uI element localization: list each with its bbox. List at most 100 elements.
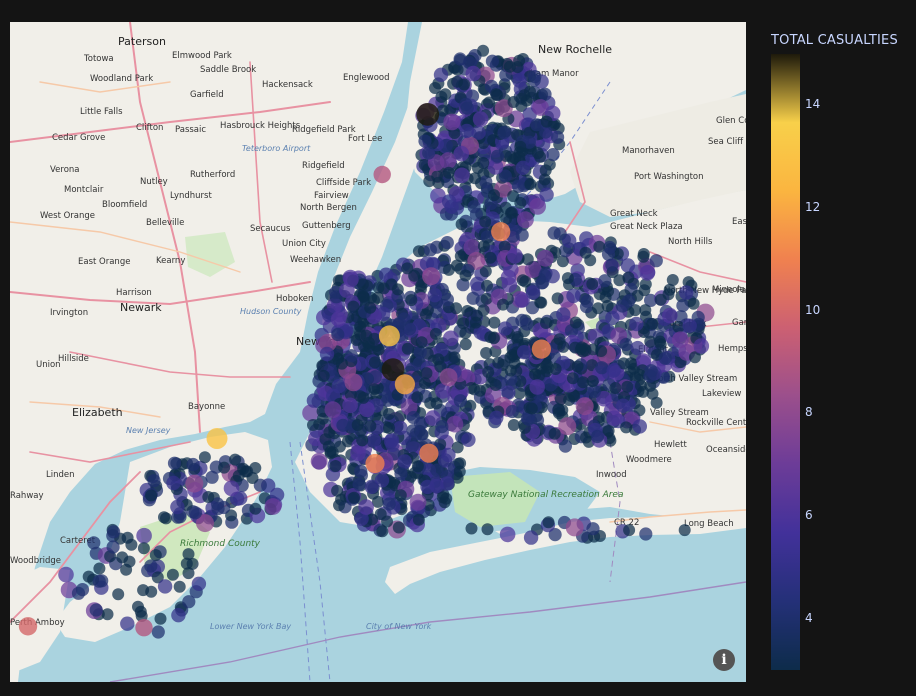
- crash-point: [453, 52, 467, 66]
- crash-point: [571, 360, 584, 373]
- crash-point: [411, 391, 424, 404]
- crash-point: [406, 424, 420, 438]
- crash-point: [347, 300, 360, 313]
- crash-point: [397, 454, 412, 469]
- place-label: Newark: [120, 301, 162, 314]
- high-casualty-point: [135, 619, 153, 637]
- crash-point: [401, 342, 414, 355]
- crash-point: [616, 398, 631, 413]
- map-view[interactable]: Paterson Totowa Elmwood Park Saddle Brook En…: [10, 22, 746, 682]
- crash-point: [368, 383, 381, 396]
- crash-point: [439, 368, 458, 387]
- place-label: Long Beach: [684, 519, 734, 529]
- high-casualty-point: [491, 222, 511, 242]
- place-label: New Jersey: [126, 426, 171, 435]
- crash-point: [418, 377, 431, 390]
- place-label: Rutherford: [190, 170, 235, 180]
- crash-point: [368, 356, 381, 369]
- high-casualty-point: [531, 339, 552, 359]
- place-label: Hewlett: [654, 440, 687, 450]
- crash-point: [432, 176, 445, 189]
- crash-point: [454, 457, 467, 470]
- crash-point: [120, 563, 133, 576]
- place-label: Ridgefield Park: [292, 125, 356, 135]
- crash-point: [602, 424, 615, 437]
- crash-point: [173, 580, 186, 593]
- place-label: Sea Cliff: [708, 137, 744, 147]
- place-label: Harrison: [116, 288, 152, 298]
- place-label: Manorhaven: [622, 146, 675, 156]
- crash-point: [595, 361, 609, 375]
- crash-point: [454, 167, 470, 184]
- crash-point: [487, 332, 500, 345]
- crash-point: [586, 522, 600, 536]
- place-label: Perth Amboy: [10, 618, 65, 628]
- crash-point: [427, 288, 442, 303]
- place-label: Fairview: [314, 191, 349, 201]
- crash-point: [467, 200, 481, 214]
- crash-point: [319, 433, 332, 446]
- place-label: Saddle Brook: [200, 65, 256, 75]
- crash-point: [223, 480, 240, 497]
- place-label: Woodbridge: [10, 556, 61, 566]
- crash-point: [144, 559, 158, 573]
- crash-point: [528, 70, 542, 84]
- crash-point: [525, 402, 538, 415]
- crash-point: [170, 499, 185, 515]
- place-label: Richmond County: [180, 539, 261, 549]
- crash-point: [540, 317, 552, 329]
- place-label: Clifton: [136, 123, 163, 133]
- crash-point: [357, 391, 370, 404]
- place-label: Gateway National Recreation Area: [468, 490, 623, 500]
- place-label: Lakeview: [702, 389, 741, 399]
- crash-point: [639, 265, 656, 281]
- crash-point: [653, 335, 666, 348]
- crash-point: [639, 304, 652, 317]
- place-label: Great Neck Plaza: [610, 222, 683, 232]
- high-casualty-point: [18, 617, 38, 636]
- place-label: Verona: [50, 165, 80, 175]
- crash-point: [405, 439, 419, 453]
- colorbar-tick: 6: [805, 508, 813, 522]
- crash-point: [481, 279, 493, 292]
- colorbar-gradient: [771, 54, 800, 670]
- place-label: Great Neck: [610, 209, 658, 219]
- crash-point: [459, 338, 472, 351]
- crash-point: [441, 447, 456, 463]
- crash-point: [364, 479, 379, 494]
- crash-point: [517, 345, 532, 360]
- crash-point: [678, 524, 691, 537]
- place-label: Hasbrouck Heights: [220, 121, 301, 131]
- crash-point: [383, 422, 395, 434]
- crash-point: [556, 307, 571, 322]
- crash-point: [136, 527, 152, 544]
- crash-point: [507, 190, 520, 203]
- crash-point: [406, 410, 420, 425]
- crash-point: [218, 461, 231, 474]
- crash-point: [606, 363, 621, 378]
- crash-point: [453, 145, 470, 162]
- map-canvas[interactable]: Paterson Totowa Elmwood Park Saddle Brook En…: [10, 22, 746, 682]
- high-casualty-point: [419, 443, 439, 463]
- place-label: Glen Cove: [716, 116, 746, 126]
- crash-point: [679, 285, 694, 300]
- crash-point: [335, 357, 348, 370]
- crash-point: [575, 397, 594, 416]
- crash-point: [356, 434, 369, 447]
- crash-point: [157, 579, 173, 594]
- place-label: Lyndhurst: [170, 191, 212, 201]
- crash-point: [87, 536, 101, 550]
- crash-point: [682, 318, 697, 333]
- info-icon[interactable]: i: [713, 649, 735, 671]
- crash-point: [351, 419, 364, 431]
- crash-point: [615, 299, 630, 313]
- crash-point: [439, 88, 452, 101]
- crash-point: [359, 401, 375, 418]
- crash-point: [440, 236, 454, 250]
- crash-point: [125, 538, 138, 551]
- crash-point: [580, 294, 594, 308]
- crash-point: [662, 307, 678, 324]
- crash-point: [474, 384, 486, 397]
- crash-point: [249, 502, 262, 515]
- crash-point: [329, 460, 342, 472]
